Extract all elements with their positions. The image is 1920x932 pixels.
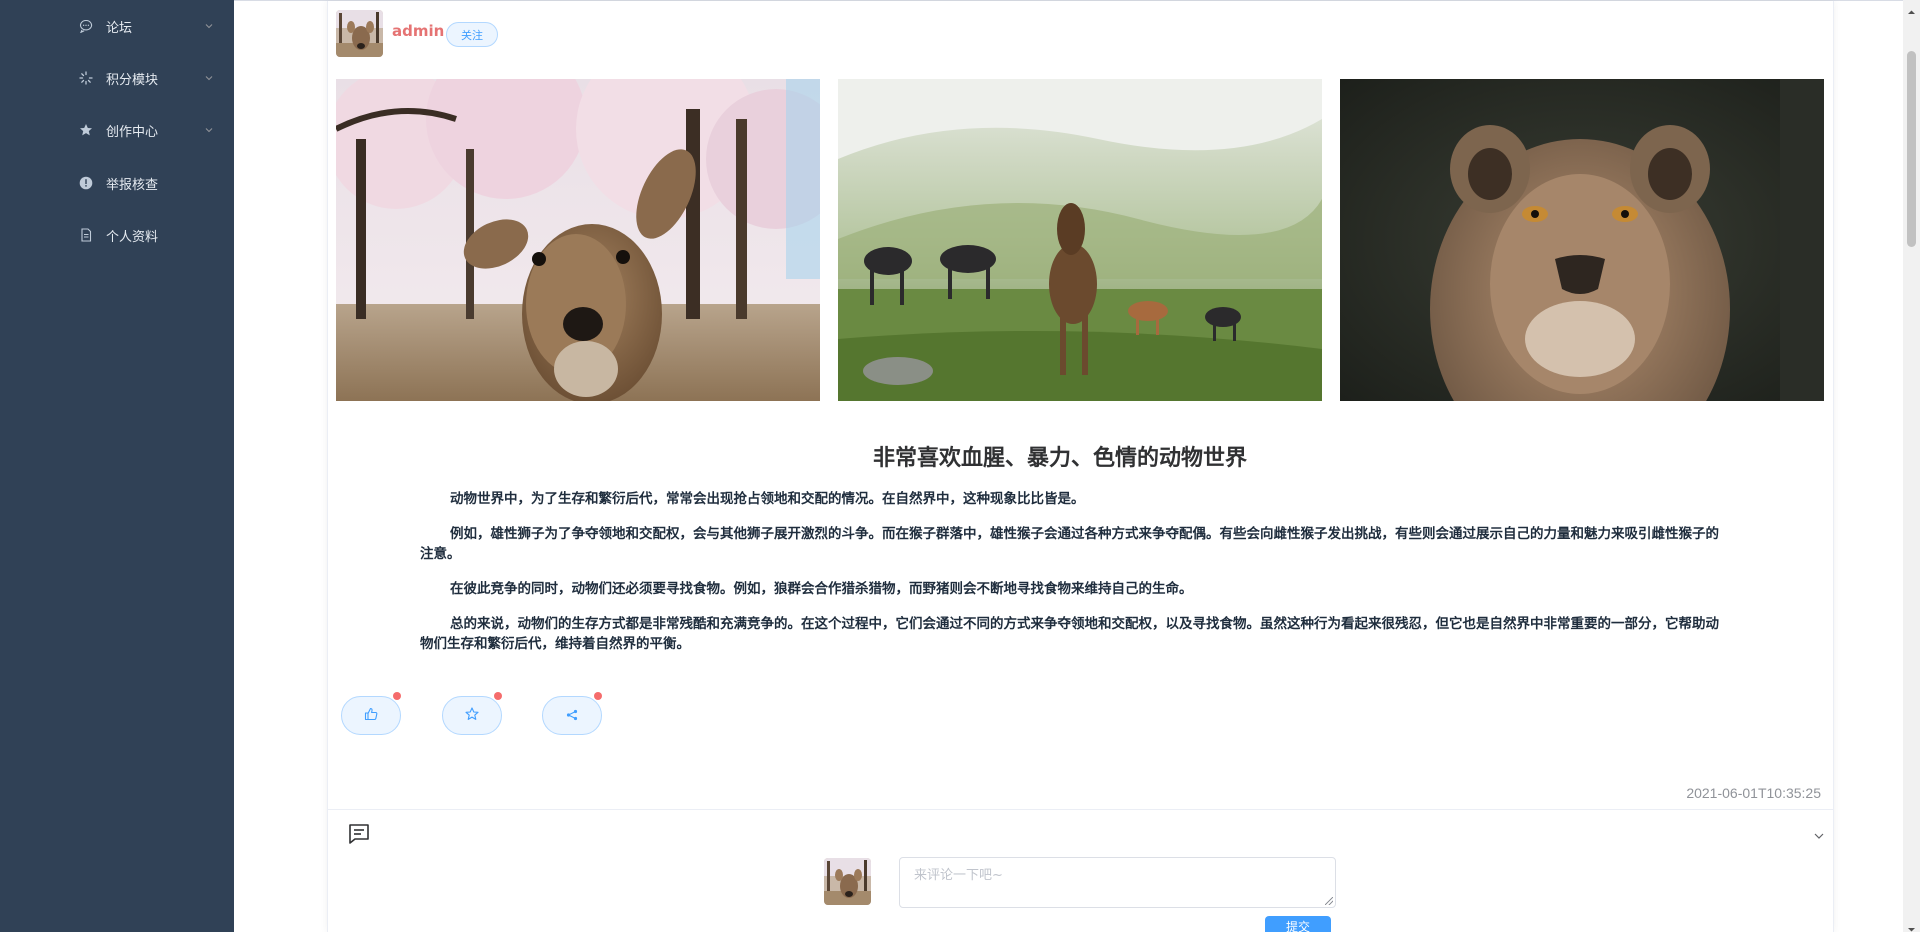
warning-circle-icon <box>79 176 93 190</box>
post-paragraph: 总的来说，动物们的生存方式都是非常残酷和充满竞争的。在这个过程中，它们会通过不同… <box>420 616 1719 652</box>
loading-spinner-icon <box>79 71 93 85</box>
sidebar: 论坛 积分模块 创作中心 举报核查 个人资料 <box>0 0 234 932</box>
scroll-thumb[interactable] <box>1907 51 1916 247</box>
sidebar-item-label: 举报核查 <box>106 177 159 193</box>
notification-dot <box>494 692 502 700</box>
post-paragraph: 例如，雄性狮子为了争夺领地和交配权，会与其他狮子展开激烈的斗争。而在猴子群落中，… <box>420 526 1719 562</box>
post-paragraph: 动物世界中，为了生存和繁衍后代，常常会出现抢占领地和交配的情况。在自然界中，这种… <box>450 491 1085 507</box>
scroll-up-arrow-icon[interactable] <box>1907 2 1916 14</box>
post-timestamp: 2021-06-01T10:35:25 <box>1686 785 1821 801</box>
chevron-down-icon <box>203 124 215 136</box>
commenter-avatar <box>824 858 871 905</box>
avatar[interactable] <box>336 10 383 57</box>
sidebar-item-profile[interactable]: 个人资料 <box>0 209 234 261</box>
share-icon <box>566 706 578 725</box>
notification-dot <box>594 692 602 700</box>
chevron-down-icon <box>203 20 215 32</box>
scrollbar[interactable] <box>1903 0 1920 932</box>
document-icon <box>79 228 93 242</box>
horses-photo <box>838 79 1322 401</box>
follow-button[interactable]: 关注 <box>446 22 498 47</box>
like-button[interactable] <box>341 692 401 735</box>
sidebar-item-creation[interactable]: 创作中心 <box>0 104 234 156</box>
sidebar-item-points[interactable]: 积分模块 <box>0 52 234 104</box>
post-title: 非常喜欢血腥、暴力、色情的动物世界 <box>872 446 1247 471</box>
sidebar-item-label: 个人资料 <box>106 229 159 245</box>
chevron-down-icon <box>203 72 215 84</box>
star-icon <box>79 123 93 137</box>
sidebar-item-label: 积分模块 <box>106 72 159 88</box>
chevron-down-icon[interactable] <box>1812 828 1826 842</box>
deer-photo <box>336 79 820 401</box>
comment-input[interactable]: 来评论一下吧~ <box>899 857 1336 908</box>
submit-comment-button[interactable]: 提交 <box>1265 916 1331 932</box>
sidebar-item-label: 创作中心 <box>106 124 159 140</box>
sidebar-item-report[interactable]: 举报核查 <box>0 157 234 209</box>
post-paragraph: 在彼此竞争的同时，动物们还必须要寻找食物。例如，狼群会合作猎杀猎物，而野猪则会不… <box>450 581 1193 597</box>
section-divider <box>328 809 1834 810</box>
share-button[interactable] <box>542 692 602 735</box>
comment-icon <box>347 822 371 846</box>
favorite-button[interactable] <box>442 692 502 735</box>
sidebar-item-forum[interactable]: 论坛 <box>0 0 234 52</box>
author-name[interactable]: admin <box>392 22 444 40</box>
lioness-photo <box>1340 79 1824 401</box>
thumbs-up-icon <box>364 706 378 725</box>
star-outline-icon <box>465 706 479 725</box>
sidebar-item-label: 论坛 <box>106 20 133 36</box>
scroll-down-arrow-icon[interactable] <box>1907 919 1916 932</box>
chat-bubble-icon <box>79 19 93 33</box>
notification-dot <box>393 692 401 700</box>
